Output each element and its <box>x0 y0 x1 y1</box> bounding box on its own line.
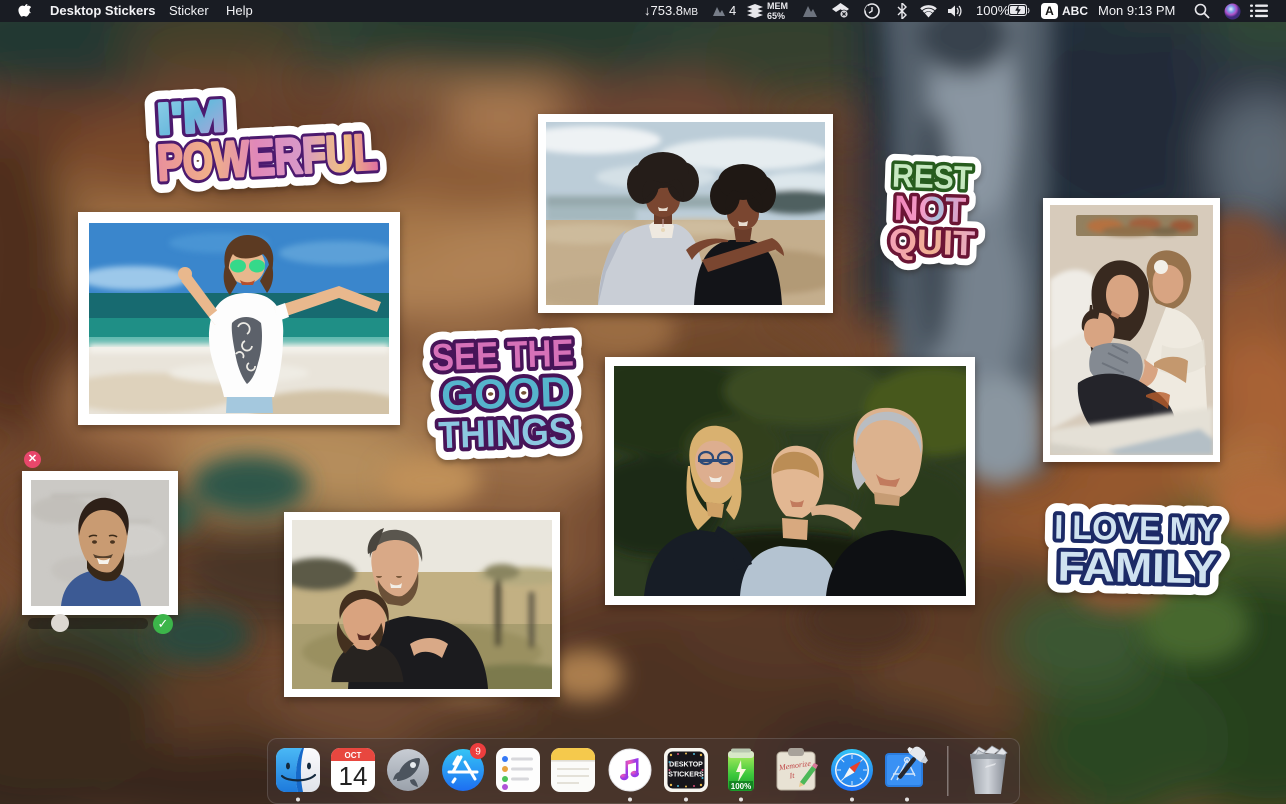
svg-text:DESKTOP: DESKTOP <box>669 762 703 769</box>
svg-text:14: 14 <box>339 761 368 791</box>
svg-text:FAMILY: FAMILY <box>1057 543 1218 593</box>
svg-text:9: 9 <box>475 747 481 758</box>
svg-text:OCT: OCT <box>345 751 362 760</box>
svg-text:THINGS: THINGS <box>438 411 573 458</box>
svg-text:QUIT: QUIT <box>888 221 975 263</box>
svg-text:100%: 100% <box>731 782 751 791</box>
svg-text:POWERFUL: POWERFUL <box>156 124 379 191</box>
svg-text:STICKERS: STICKERS <box>668 772 704 779</box>
